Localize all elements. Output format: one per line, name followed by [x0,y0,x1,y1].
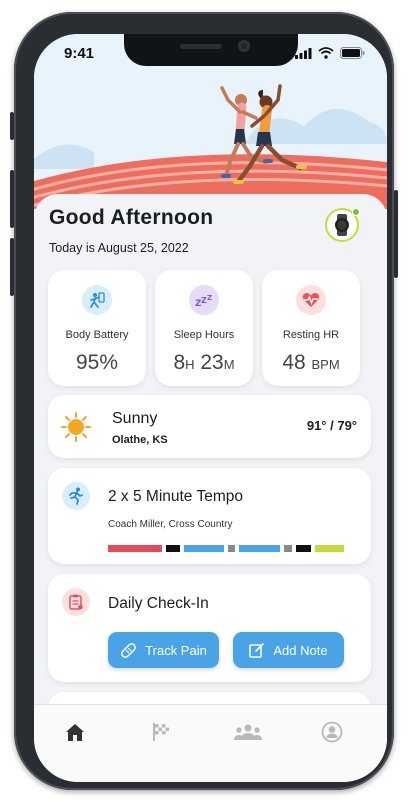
workout-coach: Coach Miller, Cross Country [108,519,233,530]
workout-segment [239,545,280,552]
add-note-button[interactable]: Add Note [233,632,344,668]
workout-segment-bar [108,545,344,552]
metric-label: Resting HR [282,329,340,341]
workout-segment [108,545,162,552]
add-note-label: Add Note [273,642,328,658]
date-text: Today is August 25, 2022 [49,241,189,255]
app-screen: 9:41 Good Afternoon Today is August 25, … [34,34,387,782]
metric-card-resting-hr[interactable]: Resting HR 48 BPM [262,270,360,386]
battery-icon [82,285,112,315]
metric-value: 8H 23M [155,351,253,375]
workout-segment [296,545,311,552]
silent-switch [10,112,14,140]
phone-frame: 9:41 Good Afternoon Today is August 25, … [10,12,398,790]
track-pain-label: Track Pain [145,642,207,658]
workout-segment [184,545,224,552]
wifi-icon [318,47,334,59]
workout-segment [315,545,344,552]
bottom-tab-bar [34,704,387,782]
metric-card-body-battery[interactable]: Body Battery 95% [48,270,146,386]
device-notch [124,34,298,66]
watch-connected-dot [352,208,360,216]
cellular-signal-icon [295,47,312,59]
workout-segment [166,545,180,552]
runner-icon [62,482,90,510]
weather-location: Olathe, KS [112,434,168,446]
flag-icon [153,723,169,741]
sleep-hours-value: 8 [173,351,186,374]
bandage-icon [121,642,137,658]
home-icon [66,723,84,741]
sleep-hours-unit: H [185,357,195,372]
volume-down-button [10,238,14,296]
power-button [394,190,398,278]
device-watch-button[interactable] [325,208,360,242]
metric-value: 95% [75,351,119,374]
metric-card-sleep-hours[interactable]: Z Z Z Sleep Hours 8H 23M [155,270,253,386]
volume-up-button [10,170,14,228]
workout-segment [284,545,292,552]
tab-home[interactable] [64,721,86,743]
sleep-icon: Z Z Z [189,285,219,315]
heart-rate-icon [296,285,326,315]
sun-icon [61,412,91,442]
workout-segment [228,545,235,552]
resting-hr-value: 48 [282,351,306,374]
track-pain-button[interactable]: Track Pain [108,632,219,668]
team-icon [234,724,262,740]
sleep-minutes-unit: M [223,357,235,372]
metric-label: Body Battery [65,329,129,341]
status-time: 9:41 [64,45,95,62]
clipboard-icon [62,588,90,616]
resting-hr-unit: BPM [311,357,340,372]
checkin-title: Daily Check-In [108,595,209,612]
battery-status-icon [340,47,365,59]
greeting-title: Good Afternoon [49,206,214,229]
weather-condition: Sunny [112,410,158,427]
tab-profile[interactable] [321,721,343,743]
tab-races[interactable] [150,721,172,743]
profile-icon [321,721,343,743]
tab-team[interactable] [234,721,262,743]
watch-icon [335,214,349,236]
metric-value: 48 BPM [262,351,360,375]
workout-card[interactable]: 2 x 5 Minute Tempo Coach Miller, Cross C… [48,468,371,564]
workout-title: 2 x 5 Minute Tempo [108,488,243,505]
metric-label: Sleep Hours [173,329,235,341]
daily-checkin-card: Daily Check-In Track Pain Add Note [48,574,371,682]
sleep-minutes-value: 23 [200,351,224,374]
edit-note-icon [249,643,265,658]
svg-text:Z: Z [207,294,212,302]
weather-card[interactable]: Sunny Olathe, KS 91° / 79° [48,395,371,458]
weather-temperature: 91° / 79° [306,418,357,433]
